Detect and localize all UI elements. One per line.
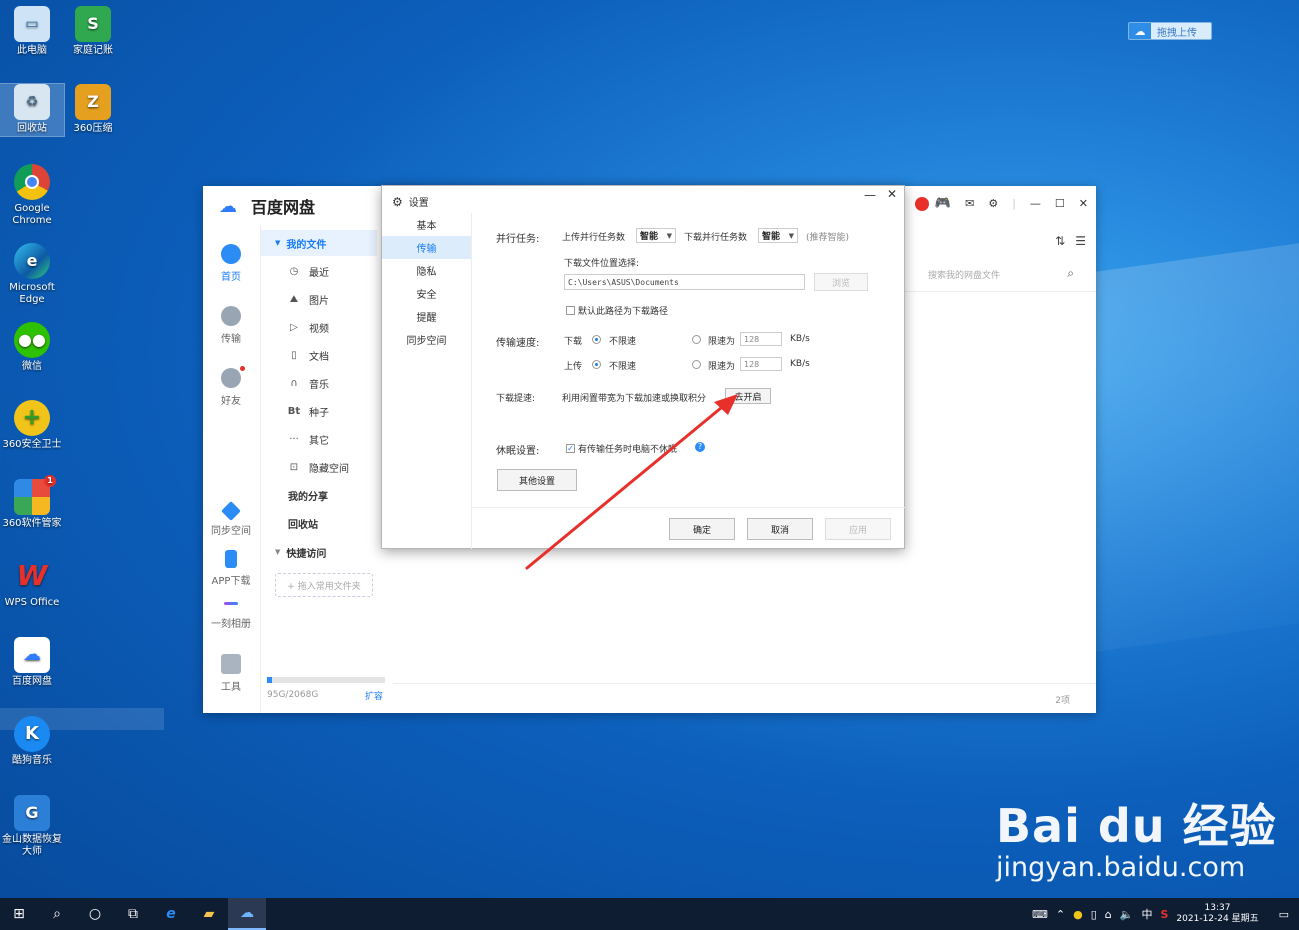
ie-browser-icon[interactable]: e — [152, 898, 190, 930]
watermark-brand: Bai du 经验 — [996, 799, 1277, 853]
search-icon[interactable]: ⌕ — [38, 898, 76, 930]
file-explorer-icon[interactable]: ▰ — [190, 898, 228, 930]
task-view-icon[interactable]: ⧉ — [114, 898, 152, 930]
ime-indicator[interactable]: 中 — [1141, 906, 1152, 922]
taskbar: ⊞ ⌕ ○ ⧉ e ▰ ☁ ⌨ ⌃ ● ▯ ⌂ 🔈 中 S 13:37 2021… — [0, 898, 1299, 930]
arrow-shaft — [525, 401, 729, 570]
volume-icon[interactable]: 🔈 — [1120, 908, 1134, 921]
cortana-circle-icon[interactable]: ○ — [76, 898, 114, 930]
sogou-ime-icon[interactable]: S — [1160, 908, 1168, 921]
usb-icon[interactable]: ▯ — [1091, 908, 1097, 921]
watermark-url: jingyan.baidu.com — [996, 852, 1246, 883]
baidu-jingyan-watermark: Bai du 经验 jingyan.baidu.com — [996, 790, 1277, 883]
system-tray: ⌨ ⌃ ● ▯ ⌂ 🔈 中 S 13:37 2021-12-24 星期五 ▭ — [1032, 898, 1299, 930]
360-tray-icon[interactable]: ● — [1073, 908, 1083, 921]
keyboard-icon[interactable]: ⌨ — [1032, 908, 1048, 921]
network-icon[interactable]: ⌂ — [1105, 908, 1112, 921]
notification-icon[interactable]: ▭ — [1279, 908, 1289, 921]
clock[interactable]: 13:37 2021-12-24 星期五 — [1176, 903, 1258, 925]
start-windows-icon[interactable]: ⊞ — [0, 898, 38, 930]
baidu-netdisk-taskbar-icon[interactable]: ☁ — [228, 898, 266, 930]
chevron-up-icon[interactable]: ⌃ — [1056, 908, 1065, 921]
